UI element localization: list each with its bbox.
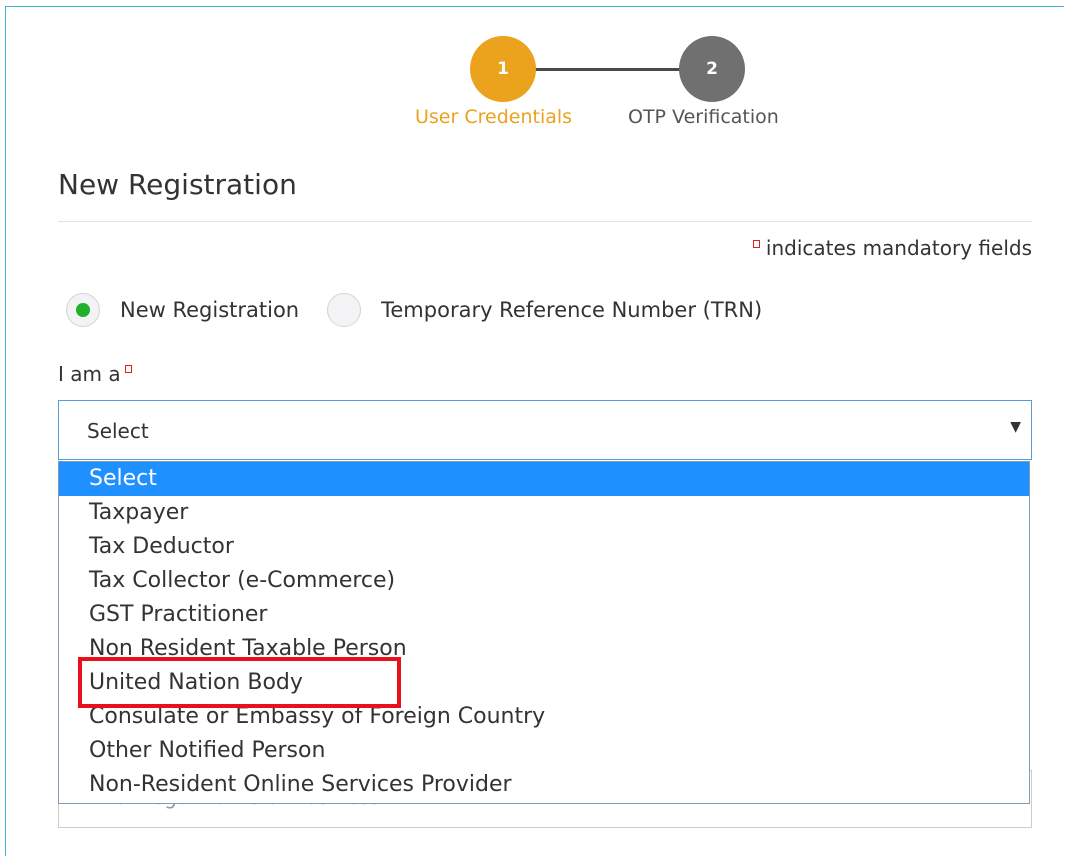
dropdown-arrow-icon: ▼ <box>1010 419 1021 435</box>
registration-type-radio-group: New Registration Temporary Reference Num… <box>66 290 790 330</box>
dropdown-option-other-notified-person[interactable]: Other Notified Person <box>59 734 1029 768</box>
dropdown-option-gst-practitioner[interactable]: GST Practitioner <box>59 598 1029 632</box>
highlight-annotation-box <box>78 657 401 708</box>
step-1-label: User Credentials <box>415 106 573 128</box>
step-2-indicator: 2 <box>679 36 745 102</box>
role-select[interactable]: Select ▼ <box>58 400 1032 460</box>
radio-trn[interactable] <box>327 293 362 327</box>
dropdown-option-non-resident-online-services[interactable]: Non-Resident Online Services Provider <box>59 768 1029 802</box>
radio-new-registration-label[interactable]: New Registration <box>120 298 299 322</box>
role-dropdown-list: Select Taxpayer Tax Deductor Tax Collect… <box>58 461 1030 804</box>
radio-trn-label[interactable]: Temporary Reference Number (TRN) <box>381 298 762 322</box>
radio-new-registration[interactable] <box>66 293 100 327</box>
required-marker-icon <box>752 240 760 248</box>
step-1-indicator: 1 <box>470 36 536 102</box>
step-2-label: OTP Verification <box>628 106 779 128</box>
dropdown-option-taxpayer[interactable]: Taxpayer <box>59 496 1029 530</box>
role-field-label: I am a <box>58 362 132 386</box>
dropdown-option-tax-deductor[interactable]: Tax Deductor <box>59 530 1029 564</box>
dropdown-option-tax-collector[interactable]: Tax Collector (e-Commerce) <box>59 564 1029 598</box>
required-marker-icon <box>124 365 132 373</box>
dropdown-option-select[interactable]: Select <box>59 462 1029 496</box>
role-select-value: Select <box>87 419 149 443</box>
title-divider <box>58 221 1032 222</box>
mandatory-note-text: indicates mandatory fields <box>765 236 1032 260</box>
page-title: New Registration <box>58 168 297 201</box>
stepper-connector <box>530 68 690 71</box>
mandatory-note: indicates mandatory fields <box>752 236 1032 260</box>
role-field-label-text: I am a <box>58 362 121 386</box>
radio-checked-dot <box>76 303 90 317</box>
